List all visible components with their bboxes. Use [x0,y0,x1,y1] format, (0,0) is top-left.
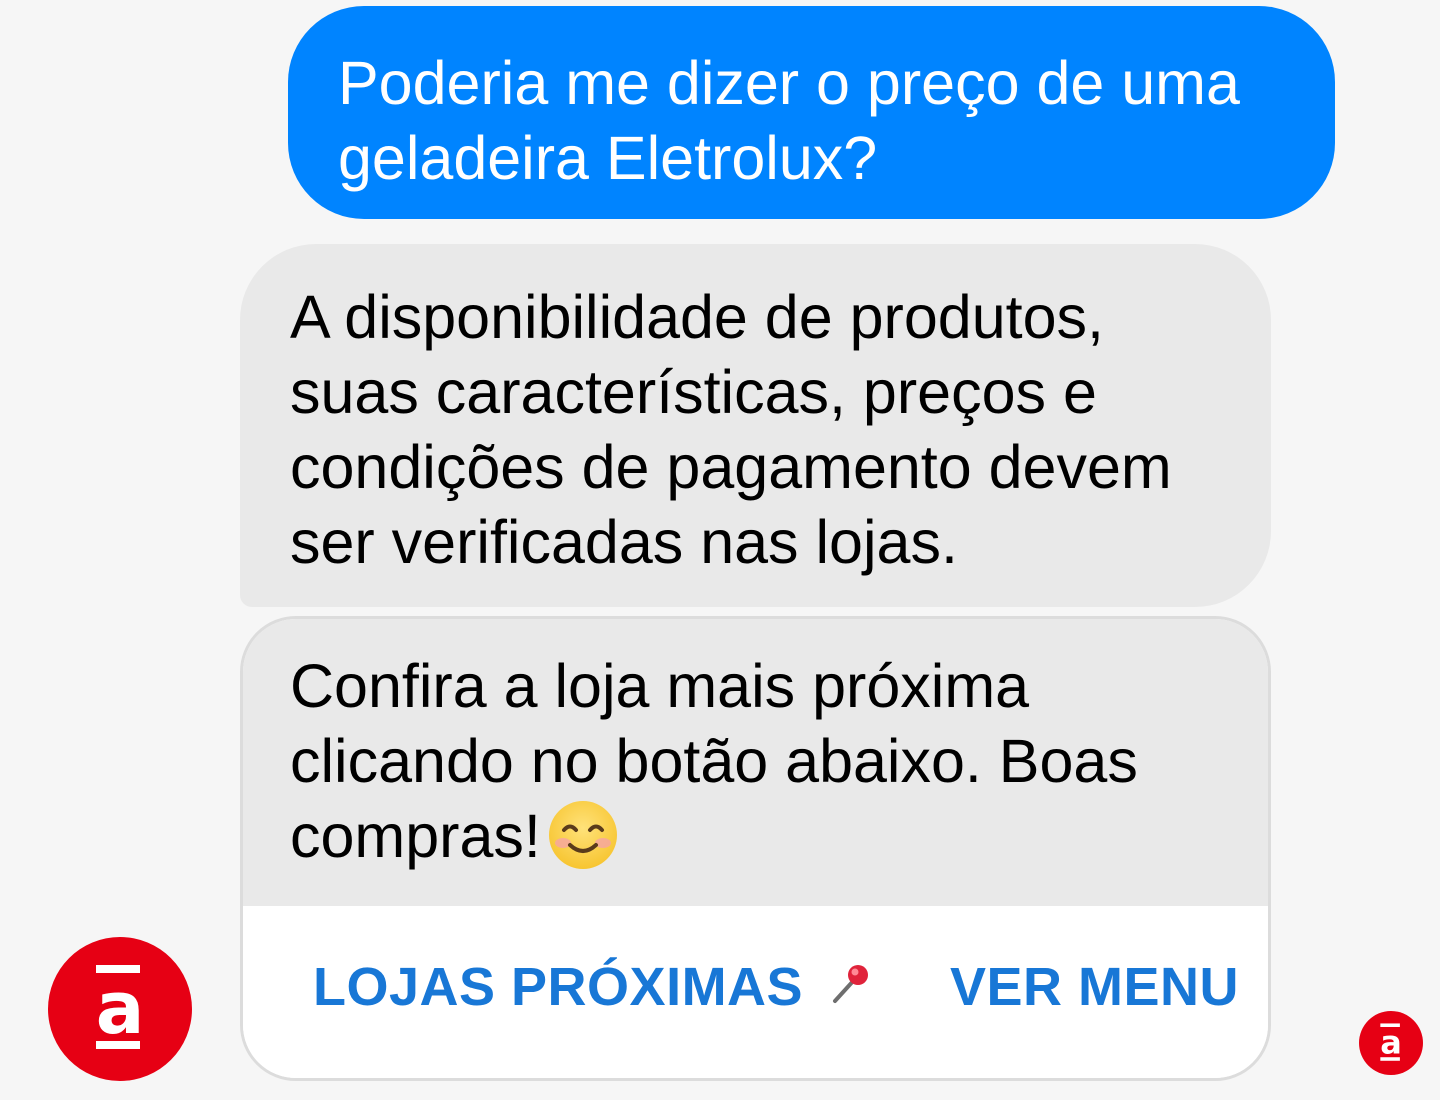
quick-reply-buttons: LOJAS PRÓXIMAS VER MENU [243,906,1268,1078]
americanas-logo-icon[interactable]: a [48,937,192,1081]
svg-text:a: a [1380,1024,1402,1062]
bot-button-card: Confira a loja mais próxima clicando no … [240,616,1271,1081]
svg-text:a: a [96,966,145,1050]
nearby-stores-button[interactable]: LOJAS PRÓXIMAS [313,956,873,1018]
nearby-stores-label: LOJAS PRÓXIMAS [313,957,804,1017]
view-menu-button[interactable]: VER MENU [950,956,1239,1018]
bot-card-message: Confira a loja mais próxima clicando no … [243,619,1268,906]
americanas-logo-icon: a [1359,1011,1423,1075]
bot-message-text: A disponibilidade de produtos, suas cara… [290,283,1172,576]
pushpin-icon [833,965,869,1003]
view-menu-label: VER MENU [950,957,1240,1017]
smiling-face-icon [548,801,617,869]
user-message-text: Poderia me dizer o preço de uma geladeir… [338,49,1240,192]
bot-card-text: Confira a loja mais próxima clicando no … [290,652,1138,870]
bot-message-bubble: A disponibilidade de produtos, suas cara… [240,244,1271,607]
user-message-bubble: Poderia me dizer o preço de uma geladeir… [288,6,1335,219]
